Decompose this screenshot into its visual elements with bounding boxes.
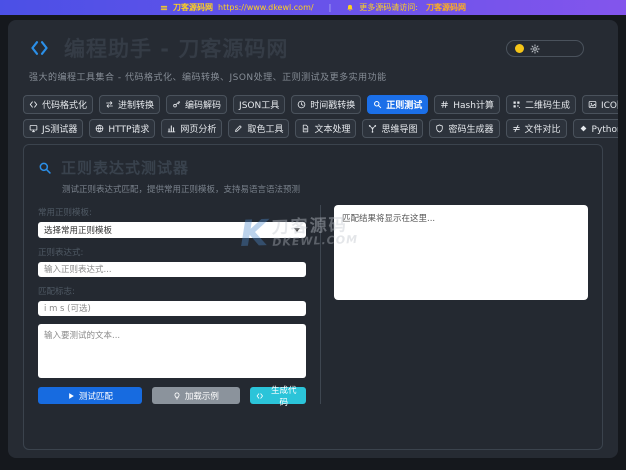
template-select[interactable]: 选择常用正则模板	[38, 222, 306, 238]
regex-result-column: 匹配结果将显示在这里...	[320, 205, 588, 404]
tool-base-convert-button[interactable]: 进制转换	[99, 95, 161, 114]
bell-icon	[346, 4, 354, 12]
bar-chart-icon	[167, 124, 176, 133]
top-promo-bar: 刀客源码网 https://www.dkewl.com/ | 更多源码请访问: …	[0, 0, 626, 15]
tool-timestamp-button[interactable]: 时间戳转换	[291, 95, 362, 114]
tool-http-request-button[interactable]: HTTP请求	[89, 119, 156, 138]
diamond-icon	[579, 124, 588, 133]
code-logo-icon	[26, 38, 53, 58]
page-title: 编程助手 - 刀客源码网	[64, 37, 289, 61]
tool-code-format-button[interactable]: 代码格式化	[23, 95, 94, 114]
generate-code-button[interactable]: 生成代码	[250, 386, 306, 408]
swap-icon	[105, 100, 114, 109]
not-equal-icon	[512, 124, 521, 133]
bulb-icon	[173, 392, 181, 400]
page-subtitle: 强大的编程工具集合 - 代码格式化、编码转换、JSON处理、正则测试及更多实用功…	[29, 73, 387, 83]
pattern-input[interactable]	[38, 262, 306, 277]
sun-icon[interactable]	[515, 44, 524, 53]
code-icon	[29, 100, 38, 109]
hash-icon	[440, 100, 449, 109]
topbar-site-name[interactable]: 刀客源码网	[173, 2, 213, 13]
tool-web-analyze-button[interactable]: 网页分析	[161, 119, 223, 138]
topbar-site-url[interactable]: https://www.dkewl.com/	[218, 3, 314, 12]
action-buttons-row: 测试匹配 加载示例 生成代码	[38, 386, 306, 408]
test-match-button[interactable]: 测试匹配	[38, 387, 142, 404]
app-container: 编程助手 - 刀客源码网 强大的编程工具集合 - 代码格式化、编码转换、JSON…	[8, 20, 618, 458]
flags-label: 匹配标志:	[38, 287, 75, 297]
section-title: 正则表达式测试器	[61, 159, 190, 177]
search-icon	[38, 161, 52, 175]
mindmap-icon	[368, 124, 377, 133]
search-icon	[373, 100, 382, 109]
tool-color-picker-button[interactable]: 取色工具	[228, 119, 290, 138]
regex-form-column: 常用正则模板: 选择常用正则模板 正则表达式: 匹配标志: 测试匹配	[38, 205, 306, 408]
play-icon	[67, 392, 75, 400]
tool-password-gen-button[interactable]: 密码生成器	[429, 119, 500, 138]
tool-ico-button[interactable]: ICO图标工具	[581, 95, 618, 114]
monitor-icon	[29, 124, 38, 133]
tool-text-process-button[interactable]: 文本处理	[295, 119, 357, 138]
theme-toggle[interactable]	[506, 40, 584, 57]
shield-icon	[435, 124, 444, 133]
topbar-promo-text: 更多源码请访问:	[359, 3, 418, 12]
pattern-label: 正则表达式:	[38, 248, 84, 258]
flags-input[interactable]	[38, 301, 306, 316]
result-placeholder-text: 匹配结果将显示在这里...	[342, 214, 436, 224]
tool-json-button[interactable]: JSON工具	[233, 95, 286, 114]
pencil-icon	[234, 124, 243, 133]
tool-js-tester-button[interactable]: JS测试器	[23, 119, 84, 138]
toolbar-row-1: 代码格式化 进制转换 编码解码 JSON工具 时间戳转换 正则测试 Hash计算…	[23, 95, 618, 114]
section-subtitle: 测试正则表达式匹配，提供常用正则模板，支持易语言语法预测	[62, 185, 301, 195]
document-icon	[301, 124, 310, 133]
tools-toolbar: 代码格式化 进制转换 编码解码 JSON工具 时间戳转换 正则测试 Hash计算…	[8, 88, 618, 138]
app-header: 编程助手 - 刀客源码网 强大的编程工具集合 - 代码格式化、编码转换、JSON…	[8, 20, 618, 88]
topbar-separator: |	[328, 3, 332, 12]
template-select-value: 选择常用正则模板	[44, 226, 113, 236]
globe-icon	[95, 124, 104, 133]
image-icon	[588, 100, 597, 109]
tool-mindmap-button[interactable]: 思维导图	[362, 119, 424, 138]
key-icon	[172, 100, 181, 109]
result-output-box: 匹配结果将显示在这里...	[334, 205, 588, 300]
menu-icon	[160, 4, 168, 12]
test-text-input[interactable]	[38, 324, 306, 378]
load-example-button[interactable]: 加载示例	[151, 387, 241, 404]
topbar-promo-link[interactable]: 刀客源码网	[426, 2, 466, 13]
regex-tester-panel: 正则表达式测试器 测试正则表达式匹配，提供常用正则模板，支持易语言语法预测 常用…	[23, 144, 603, 450]
tool-python-lib-button[interactable]: Python支持库	[572, 119, 618, 138]
code-icon	[256, 392, 264, 400]
tool-encode-decode-button[interactable]: 编码解码	[166, 95, 228, 114]
clock-icon	[297, 100, 306, 109]
template-label: 常用正则模板:	[38, 208, 92, 218]
chevron-down-icon	[294, 228, 300, 232]
gear-icon[interactable]	[530, 44, 540, 54]
qr-icon	[512, 100, 521, 109]
tool-hash-button[interactable]: Hash计算	[434, 95, 500, 114]
toolbar-row-2: JS测试器 HTTP请求 网页分析 取色工具 文本处理 思维导图 密码生成器 文…	[23, 119, 618, 138]
tool-qrcode-button[interactable]: 二维码生成	[505, 95, 576, 114]
tool-regex-test-button[interactable]: 正则测试	[367, 95, 429, 114]
tool-file-diff-button[interactable]: 文件对比	[505, 119, 567, 138]
